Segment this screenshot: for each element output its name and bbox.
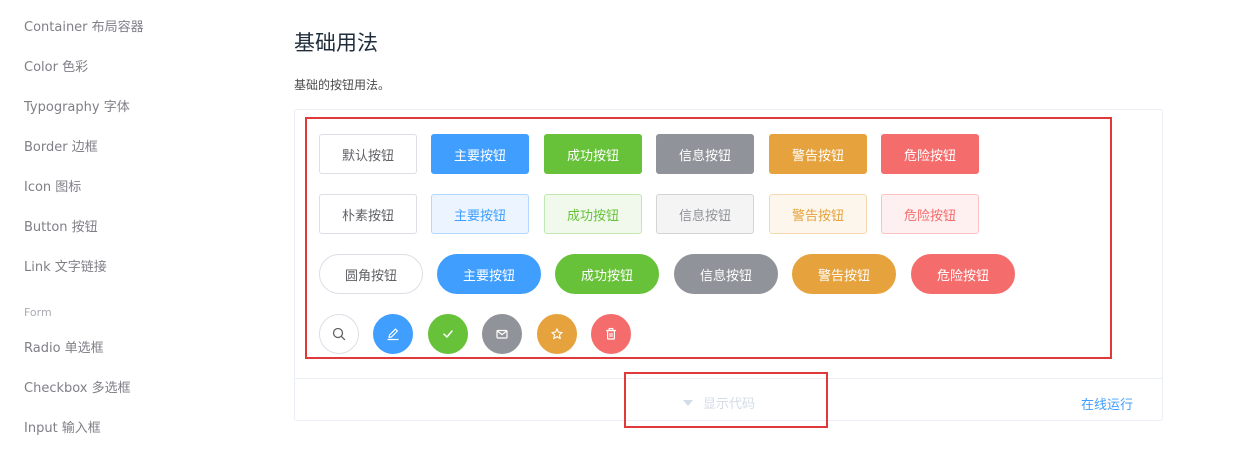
run-online-link[interactable]: 在线运行 [1081,394,1133,413]
sidebar-item-container[interactable]: Container 布局容器 [24,16,144,35]
sidebar-nav: Container 布局容器 Color 色彩 Typography 字体 Bo… [0,0,260,453]
sidebar-item-button[interactable]: Button 按钮 [24,216,98,235]
sidebar-item-typography[interactable]: Typography 字体 [24,96,130,115]
sidebar-item-link[interactable]: Link 文字链接 [24,256,107,275]
highlight-frame-show-code [624,372,828,428]
sidebar-item-radio[interactable]: Radio 单选框 [24,337,104,356]
sidebar-item-border[interactable]: Border 边框 [24,136,98,155]
page-title: 基础用法 [294,31,378,55]
page-description: 基础的按钮用法。 [294,78,391,92]
sidebar-item-icon[interactable]: Icon 图标 [24,176,81,195]
sidebar-item-input[interactable]: Input 输入框 [24,417,101,436]
highlight-frame-buttons [305,117,1112,359]
sidebar-group-form: Form [24,306,52,319]
sidebar-item-checkbox[interactable]: Checkbox 多选框 [24,377,131,396]
sidebar-item-color[interactable]: Color 色彩 [24,56,88,75]
